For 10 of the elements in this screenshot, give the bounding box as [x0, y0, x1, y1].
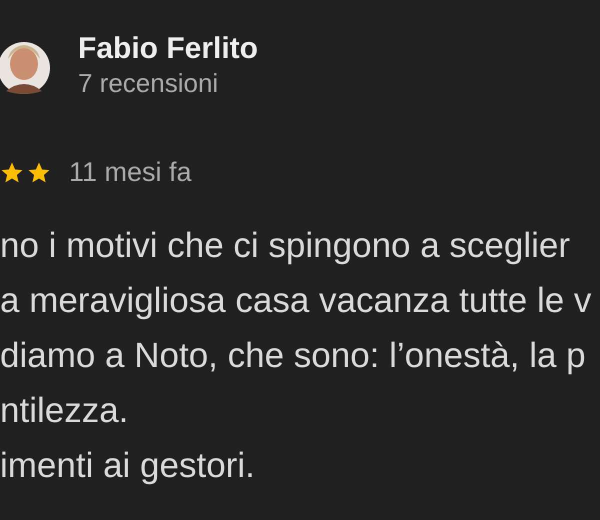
reviewer-name[interactable]: Fabio Ferlito	[78, 32, 258, 66]
review-text-line: a meravigliosa casa vacanza tutte le v	[0, 280, 592, 322]
review-text-line: imenti ai gestori.	[0, 445, 255, 487]
review-count: 7 recensioni	[78, 68, 220, 98]
review-text-line: diamo a Noto, che sono: l’onestà, la p	[0, 335, 586, 377]
review-text-line: ntilezza.	[0, 390, 128, 432]
review-text-line: no i motivi che ci spingono a sceglier	[0, 225, 570, 267]
review-date: 11 mesi fa	[69, 157, 192, 188]
star-icon	[0, 160, 24, 184]
star-icon	[27, 160, 51, 184]
